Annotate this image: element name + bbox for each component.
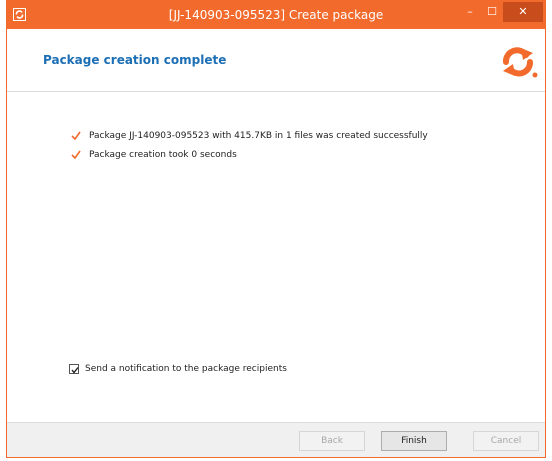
back-button[interactable]: Back (299, 431, 365, 451)
check-icon (71, 131, 81, 141)
checkbox-checked-icon[interactable] (69, 364, 79, 374)
page-title: Package creation complete (43, 53, 227, 67)
wizard-header: Package creation complete (7, 29, 545, 91)
create-package-window: [JJ-140903-095523] Create package – ☐ ✕ … (6, 0, 546, 458)
sync-arrows-logo-icon (499, 45, 539, 79)
maximize-button[interactable]: ☐ (481, 2, 503, 22)
wizard-content: Package JJ-140903-095523 with 415.7KB in… (7, 92, 545, 422)
cancel-button[interactable]: Cancel (473, 431, 539, 451)
wizard-footer: Back Finish Cancel (7, 422, 545, 457)
check-icon (71, 150, 81, 160)
finish-button[interactable]: Finish (381, 431, 447, 451)
close-button[interactable]: ✕ (503, 2, 543, 22)
status-message-text: Package creation took 0 seconds (89, 150, 237, 160)
status-message-text: Package JJ-140903-095523 with 415.7KB in… (89, 131, 428, 141)
title-bar[interactable]: [JJ-140903-095523] Create package – ☐ ✕ (7, 1, 545, 29)
minimize-button[interactable]: – (459, 2, 481, 22)
send-notification-label[interactable]: Send a notification to the package recip… (85, 364, 287, 374)
